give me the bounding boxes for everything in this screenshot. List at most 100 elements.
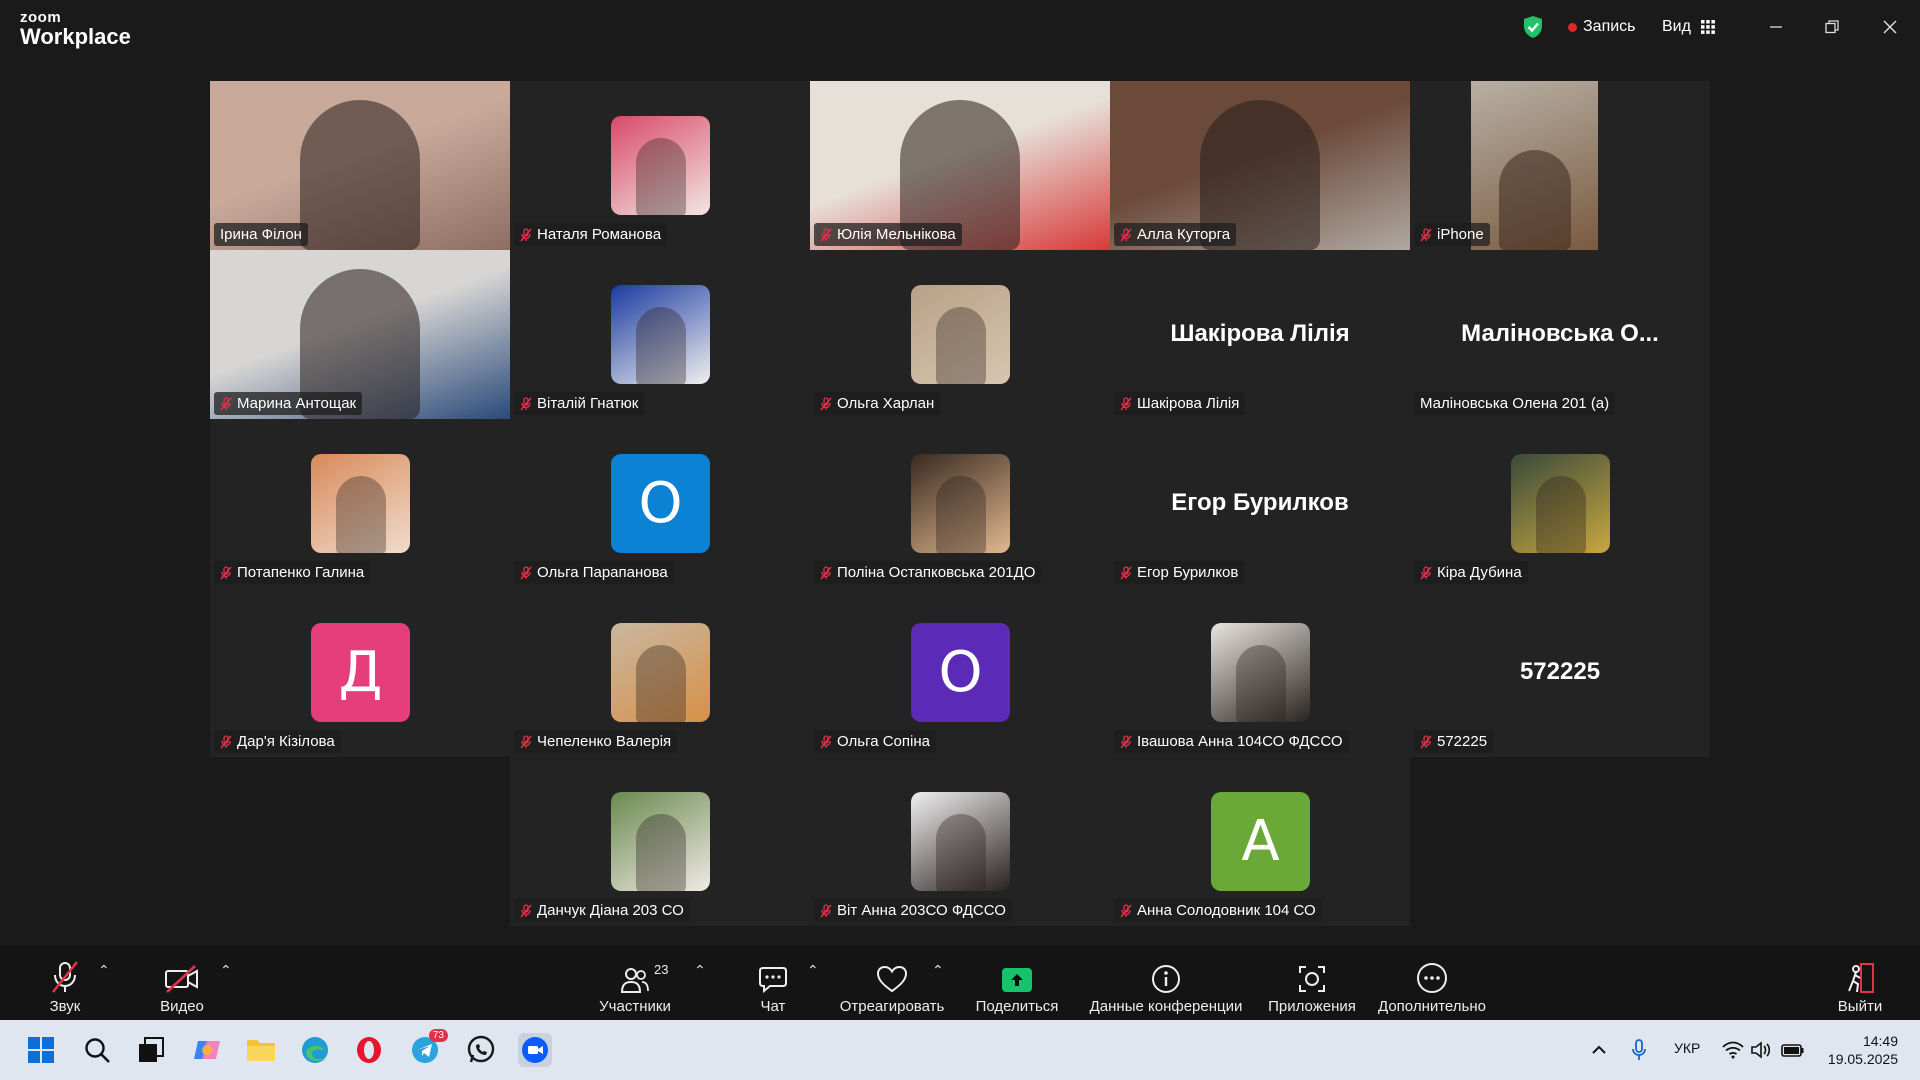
record-dot-icon (1568, 22, 1577, 32)
participant-tile[interactable]: Юлія Мельнікова (810, 81, 1110, 250)
microphone-tray[interactable] (1622, 1033, 1656, 1067)
audio-button[interactable]: Звук (36, 958, 94, 1015)
telegram-app[interactable]: 73 (408, 1029, 448, 1067)
participant-tile[interactable]: Маліновська О... Маліновська Олена 201 (а… (1410, 250, 1710, 419)
participant-tile[interactable]: Івашова Анна 104СО ФДССО (1110, 588, 1410, 757)
participant-name: Юлія Мельнікова (837, 226, 956, 243)
participant-name-label: Ольга Сопіна (814, 730, 936, 753)
clock-date: 19.05.2025 (1827, 1051, 1898, 1067)
opera-app[interactable] (352, 1033, 386, 1067)
participant-tile[interactable]: Наталя Романова (510, 81, 810, 250)
participant-tile[interactable]: iPhone (1410, 81, 1710, 250)
security-shield-icon[interactable] (1522, 15, 1544, 39)
participant-tile[interactable]: 572225 572225 (1410, 588, 1710, 757)
recording-indicator[interactable]: Запись (1568, 18, 1636, 36)
participant-tile[interactable]: Шакірова Лілія Шакірова Лілія (1110, 250, 1410, 419)
participant-display-name: Егор Бурилков (1171, 489, 1349, 516)
person-silhouette (1236, 645, 1286, 722)
chevron-up-icon (1592, 1045, 1606, 1054)
mic-muted-icon (520, 903, 532, 917)
participant-name-label: Егор Бурилков (1114, 561, 1245, 584)
meeting-info-button[interactable]: Данные конференции (1086, 958, 1246, 1015)
search-button[interactable] (80, 1033, 114, 1067)
mic-muted-icon (820, 396, 832, 410)
participant-tile[interactable]: Д Дар'я Кізілова (210, 588, 510, 757)
mic-muted-icon (220, 734, 232, 748)
video-options-chevron-icon[interactable]: ⌃ (220, 962, 232, 979)
battery-icon (1781, 1044, 1804, 1057)
participant-name: Ольга Парапанова (537, 564, 668, 581)
participant-name-label: Дар'я Кізілова (214, 730, 341, 753)
whatsapp-app[interactable] (464, 1033, 498, 1067)
battery-tray[interactable] (1776, 1033, 1810, 1067)
volume-tray[interactable] (1744, 1033, 1778, 1067)
participant-avatar (911, 792, 1010, 891)
participant-tile[interactable]: Поліна Остапковська 201ДО (810, 419, 1110, 588)
telegram-badge: 73 (428, 1029, 448, 1042)
minimize-button[interactable] (1756, 12, 1796, 42)
brand-line2: Workplace (20, 24, 131, 49)
apps-label: Приложения (1268, 998, 1356, 1015)
copilot-app[interactable] (190, 1033, 224, 1067)
apps-icon (1299, 966, 1325, 992)
leave-button[interactable]: Выйти (1830, 958, 1890, 1015)
participant-tile[interactable]: Алла Куторга (1110, 81, 1410, 250)
video-button[interactable]: Видео (152, 958, 212, 1015)
file-explorer-app[interactable] (244, 1033, 278, 1067)
participant-tile[interactable]: Ірина Філон (210, 81, 510, 250)
participant-tile[interactable]: Кіра Дубина (1410, 419, 1710, 588)
react-options-chevron-icon[interactable]: ⌃ (932, 962, 944, 979)
participant-tile[interactable]: Віт Анна 203СО ФДССО (810, 757, 1110, 926)
participant-tile[interactable]: Чепеленко Валерія (510, 588, 810, 757)
audio-options-chevron-icon[interactable]: ⌃ (98, 962, 110, 979)
participant-tile[interactable]: Ольга Харлан (810, 250, 1110, 419)
participant-avatar (611, 285, 710, 384)
participant-avatar (911, 285, 1010, 384)
zoom-icon (522, 1037, 548, 1063)
show-hidden-icons-button[interactable] (1582, 1033, 1616, 1067)
windows-taskbar: 73 УКР 14:49 19.05.2025 (0, 1020, 1920, 1080)
participant-tile[interactable]: Данчук Діана 203 СО (510, 757, 810, 926)
mic-muted-icon (51, 961, 79, 993)
restore-button[interactable] (1812, 12, 1852, 42)
view-button[interactable]: Вид (1662, 18, 1715, 36)
participants-button[interactable]: 23 Участники (590, 958, 680, 1015)
participant-tile[interactable]: Егор Бурилков Егор Бурилков (1110, 419, 1410, 588)
participant-display-name: 572225 (1519, 658, 1601, 685)
participant-tile[interactable]: Потапенко Галина (210, 419, 510, 588)
restore-icon (1825, 20, 1839, 34)
participant-avatar (611, 792, 710, 891)
chat-button[interactable]: Чат (748, 958, 798, 1015)
start-button[interactable] (24, 1033, 58, 1067)
participant-tile[interactable]: O Ольга Парапанова (510, 419, 810, 588)
system-clock[interactable]: 14:49 19.05.2025 (1828, 1032, 1898, 1068)
participant-name: Потапенко Галина (237, 564, 365, 581)
participants-options-chevron-icon[interactable]: ⌃ (694, 962, 706, 979)
close-button[interactable] (1870, 12, 1910, 42)
chat-icon (759, 967, 787, 994)
edge-app[interactable] (298, 1033, 332, 1067)
participant-name: Кіра Дубина (1437, 564, 1522, 581)
share-button[interactable]: Поделиться (972, 958, 1062, 1015)
participant-name: Егор Бурилков (1137, 564, 1239, 581)
more-button[interactable]: Дополнительно (1376, 958, 1488, 1015)
keyboard-language[interactable]: УКР (1674, 1040, 1700, 1056)
task-view-button[interactable] (134, 1033, 168, 1067)
participant-tile[interactable]: A Анна Солодовник 104 СО (1110, 757, 1410, 926)
participant-tile[interactable]: Віталій Гнатюк (510, 250, 810, 419)
copilot-icon (194, 1041, 220, 1059)
zoom-app[interactable] (518, 1033, 552, 1067)
mic-muted-icon (1420, 227, 1432, 241)
more-icon (1417, 963, 1447, 993)
person-silhouette (936, 307, 986, 384)
mic-muted-icon (1120, 396, 1132, 410)
participant-tile[interactable]: Марина Антощак (210, 250, 510, 419)
participant-tile[interactable]: O Ольга Сопіна (810, 588, 1110, 757)
apps-button[interactable]: Приложения (1264, 958, 1360, 1015)
chat-options-chevron-icon[interactable]: ⌃ (807, 962, 819, 979)
minimize-icon (1770, 26, 1782, 28)
participant-name: Чепеленко Валерія (537, 733, 672, 750)
mic-muted-icon (1120, 227, 1132, 241)
avatar-initial: O (938, 640, 983, 705)
participant-avatar (611, 623, 710, 722)
